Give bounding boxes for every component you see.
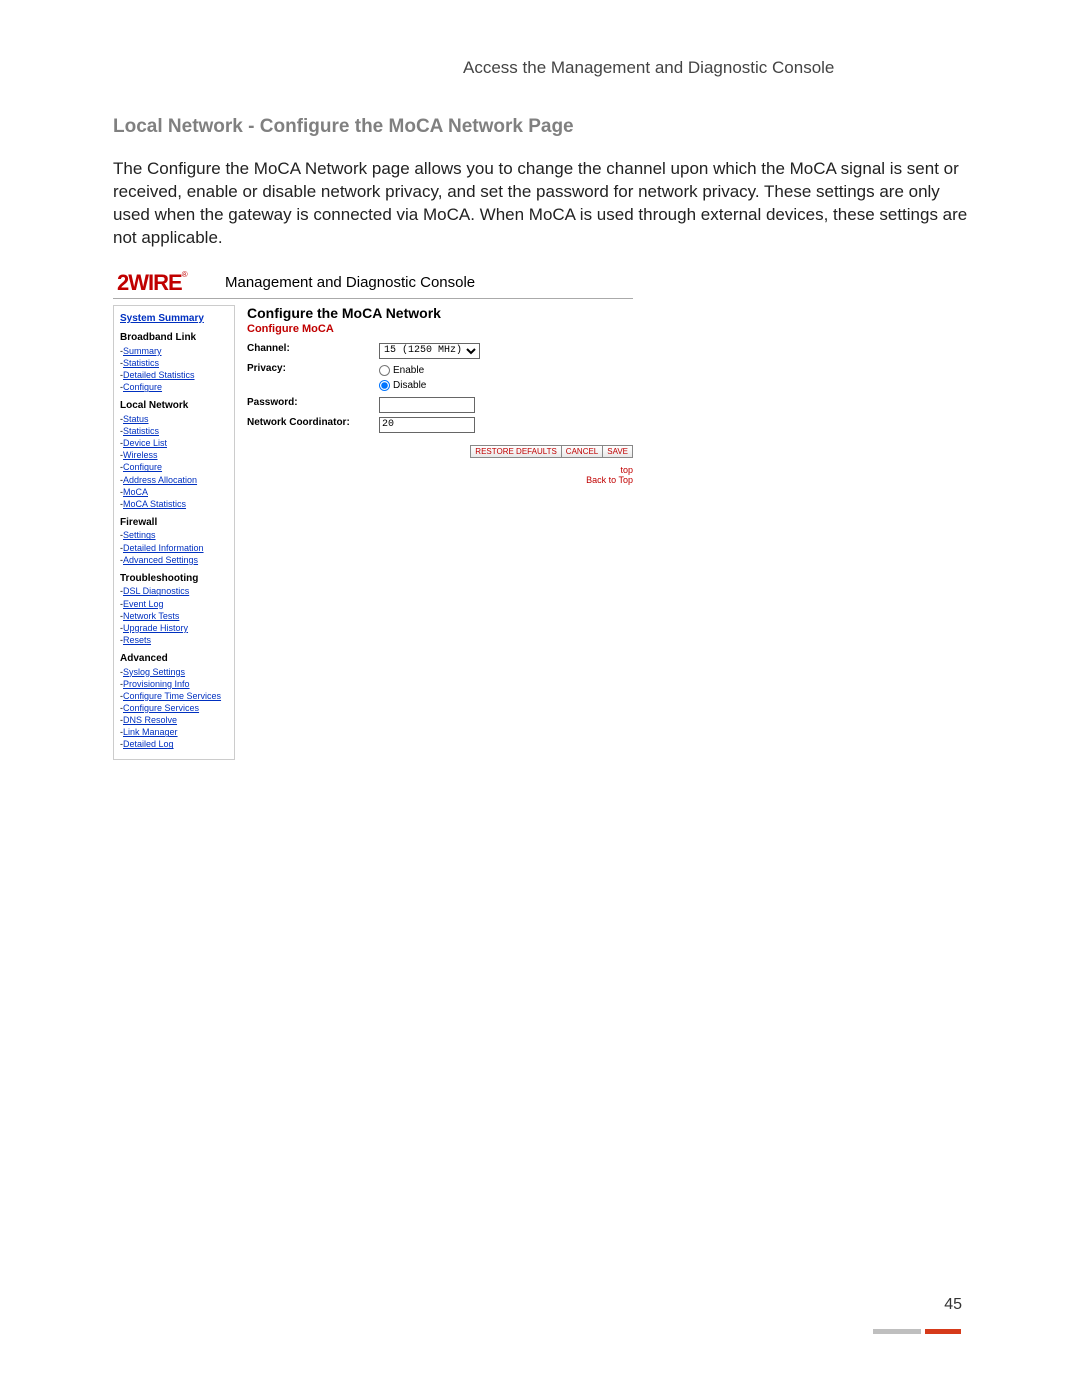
sidebar-link-syslog-settings[interactable]: Syslog Settings xyxy=(120,666,228,678)
main-panel-subtitle: Configure MoCA xyxy=(247,323,633,335)
save-button[interactable]: SAVE xyxy=(602,445,633,458)
label-password: Password: xyxy=(247,397,379,408)
privacy-enable-radio[interactable]: Enable xyxy=(379,363,426,378)
sidebar-link-dns-resolve[interactable]: DNS Resolve xyxy=(120,714,228,726)
cancel-button[interactable]: CANCEL xyxy=(561,445,603,458)
footer-decoration xyxy=(113,1329,970,1335)
sidebar-section-title: Local Network xyxy=(120,399,228,413)
sidebar-link-network-tests[interactable]: Network Tests xyxy=(120,610,228,622)
logo-text: 2WIRE xyxy=(117,270,182,295)
label-coordinator: Network Coordinator: xyxy=(247,417,379,428)
logo-2wire: 2WIRE® xyxy=(113,270,225,296)
sidebar-link-moca-statistics[interactable]: MoCA Statistics xyxy=(120,498,228,510)
sidebar-link-statistics[interactable]: Statistics xyxy=(120,425,228,437)
sidebar-section-title: Troubleshooting xyxy=(120,572,228,586)
sidebar-link-advanced-settings[interactable]: Advanced Settings xyxy=(120,554,228,566)
sidebar-section-title: Broadband Link xyxy=(120,331,228,345)
sidebar-link-summary[interactable]: Summary xyxy=(120,345,228,357)
sidebar-link-link-manager[interactable]: Link Manager xyxy=(120,726,228,738)
sidebar-link-configure[interactable]: Configure xyxy=(120,381,228,393)
sidebar-section-title: Firewall xyxy=(120,516,228,530)
coordinator-input[interactable] xyxy=(379,417,475,433)
main-panel: Configure the MoCA Network Configure MoC… xyxy=(235,305,633,485)
sidebar-link-dsl-diagnostics[interactable]: DSL Diagnostics xyxy=(120,585,228,597)
console-title: Management and Diagnostic Console xyxy=(225,274,475,291)
sidebar-link-system-summary[interactable]: System Summary xyxy=(120,312,228,326)
sidebar-link-statistics[interactable]: Statistics xyxy=(120,357,228,369)
sidebar-link-configure[interactable]: Configure xyxy=(120,461,228,473)
breadcrumb: Access the Management and Diagnostic Con… xyxy=(463,58,970,78)
sidebar-link-settings[interactable]: Settings xyxy=(120,529,228,541)
sidebar: System Summary Broadband LinkSummaryStat… xyxy=(113,305,235,760)
mdc-console: 2WIRE® Management and Diagnostic Console… xyxy=(113,270,633,760)
sidebar-link-resets[interactable]: Resets xyxy=(120,634,228,646)
top-link[interactable]: top xyxy=(620,465,633,475)
footer-links: top Back to Top xyxy=(247,465,633,485)
main-panel-title: Configure the MoCA Network xyxy=(247,305,633,321)
sidebar-link-address-allocation[interactable]: Address Allocation xyxy=(120,474,228,486)
channel-select[interactable]: 15 (1250 MHz) xyxy=(379,343,480,359)
sidebar-link-detailed-information[interactable]: Detailed Information xyxy=(120,542,228,554)
page-number: 45 xyxy=(944,1296,962,1314)
sidebar-section-title: Advanced xyxy=(120,652,228,666)
sidebar-link-wireless[interactable]: Wireless xyxy=(120,449,228,461)
sidebar-link-detailed-statistics[interactable]: Detailed Statistics xyxy=(120,369,228,381)
intro-paragraph: The Configure the MoCA Network page allo… xyxy=(113,158,970,250)
sidebar-link-detailed-log[interactable]: Detailed Log xyxy=(120,738,228,750)
restore-defaults-button[interactable]: RESTORE DEFAULTS xyxy=(470,445,562,458)
privacy-disable-radio[interactable]: Disable xyxy=(379,378,426,393)
sidebar-link-device-list[interactable]: Device List xyxy=(120,437,228,449)
sidebar-link-event-log[interactable]: Event Log xyxy=(120,598,228,610)
back-to-top-link[interactable]: Back to Top xyxy=(247,475,633,485)
password-input[interactable] xyxy=(379,397,475,413)
page-title: Local Network - Configure the MoCA Netwo… xyxy=(113,116,970,138)
label-channel: Channel: xyxy=(247,343,379,354)
logo-mark: ® xyxy=(182,270,187,279)
sidebar-link-moca[interactable]: MoCA xyxy=(120,486,228,498)
sidebar-link-status[interactable]: Status xyxy=(120,413,228,425)
sidebar-link-configure-services[interactable]: Configure Services xyxy=(120,702,228,714)
sidebar-link-upgrade-history[interactable]: Upgrade History xyxy=(120,622,228,634)
label-privacy: Privacy: xyxy=(247,363,379,374)
sidebar-link-provisioning-info[interactable]: Provisioning Info xyxy=(120,678,228,690)
sidebar-link-configure-time-services[interactable]: Configure Time Services xyxy=(120,690,228,702)
